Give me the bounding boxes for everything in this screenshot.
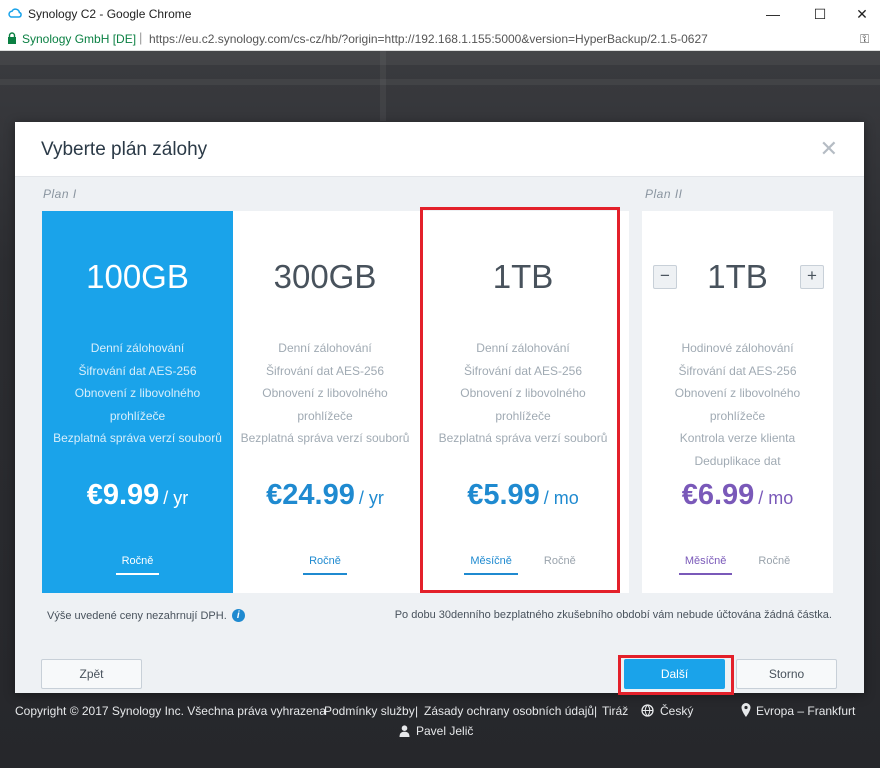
plan-features: Denní zálohování Šifrování dat AES-256 O…	[233, 337, 417, 450]
privacy-link[interactable]: Zásady ochrany osobních údajů	[424, 704, 594, 718]
location-pin-icon	[741, 703, 751, 717]
dialog-title: Vyberte plán zálohy	[41, 139, 208, 160]
background-beam	[0, 51, 880, 65]
feature-item: Obnovení z libovolného	[674, 386, 801, 400]
user-icon	[399, 725, 410, 737]
plan-size: 100GB	[86, 258, 189, 295]
minimize-button[interactable]: —	[755, 0, 791, 28]
terms-link[interactable]: Podmínky služby	[324, 704, 415, 718]
feature-item: Šifrování dat AES-256	[265, 363, 385, 378]
close-icon[interactable]: ✕	[820, 136, 838, 162]
user-name[interactable]: Pavel Jelič	[416, 724, 473, 738]
feature-item: prohlížeče	[709, 408, 766, 423]
vat-note-text: Výše uvedené ceny nezahrnují DPH.	[47, 609, 227, 622]
synology-c2-cloud-icon	[8, 8, 22, 18]
plan-card-300gb[interactable]: 300GB Denní zálohování Šifrování dat AES…	[233, 211, 417, 593]
feature-item: Šifrování dat AES-256	[463, 363, 583, 378]
plan-card-1tb[interactable]: 1TB Denní zálohování Šifrování dat AES-2…	[417, 211, 629, 593]
plan-size: 300GB	[273, 258, 377, 295]
plan-1-label: Plan I	[43, 187, 77, 201]
copyright-text: Copyright © 2017 Synology Inc. Všechna p…	[15, 704, 327, 718]
feature-item: Hodinové zálohování	[681, 341, 794, 355]
trial-note: Po dobu 30denního bezplatného zkušebního…	[394, 609, 832, 621]
increase-capacity-button[interactable]: +	[800, 265, 824, 289]
info-icon[interactable]: i	[231, 609, 245, 622]
feature-item: Šifrování dat AES-256	[678, 363, 797, 378]
price-amount: €24.99	[266, 479, 355, 511]
dialog-body: Plan I Plan II 100GB Denní zálohování Ši…	[15, 177, 864, 653]
feature-item: prohlížeče	[495, 408, 551, 423]
dialog-footer: Zpět Další Storno	[15, 653, 864, 693]
price-amount: €5.99	[467, 479, 540, 511]
billing-tabs: Měsíčně Ročně	[417, 553, 629, 575]
window-title: Synology C2 - Google Chrome	[28, 7, 192, 21]
feature-item: Bezplatná správa verzí souborů	[240, 431, 410, 445]
plan-2-label: Plan II	[645, 187, 683, 201]
url-text[interactable]: https://eu.c2.synology.com/cs-cz/hb/?ori…	[149, 32, 708, 46]
feature-item: Deduplikace dat	[694, 453, 781, 468]
cancel-button[interactable]: Storno	[736, 659, 837, 689]
price-period: / yr	[358, 488, 384, 508]
feature-item: prohlížeče	[297, 408, 353, 423]
footer-divider: |	[415, 704, 419, 718]
language-selector[interactable]: Český	[660, 704, 693, 718]
feature-item: Denní zálohování	[90, 341, 185, 355]
feature-item: Bezplatná správa verzí souborů	[438, 431, 608, 445]
site-identity: Synology GmbH [DE]	[22, 32, 137, 46]
feature-item: Bezplatná správa verzí souborů	[53, 431, 222, 445]
key-icon[interactable]: ⚿	[860, 32, 869, 47]
feature-item: Obnovení z libovolného	[74, 386, 201, 400]
billing-tabs: Ročně	[233, 553, 417, 575]
globe-icon	[641, 704, 654, 717]
price-period: / mo	[543, 488, 579, 508]
feature-item: Obnovení z libovolného	[262, 386, 388, 400]
price-amount: €6.99	[681, 479, 755, 511]
plan-card-100gb[interactable]: 100GB Denní zálohování Šifrování dat AES…	[42, 211, 233, 593]
price-period: / mo	[758, 488, 794, 508]
close-window-button[interactable]: ✕	[844, 0, 880, 28]
tab-monthly[interactable]: Měsíčně	[678, 553, 733, 575]
plan-price: €9.99/ yr	[42, 479, 233, 512]
plan-card-plan2-1tb[interactable]: − 1TB + Hodinové zálohování Šifrování da…	[642, 211, 833, 593]
feature-item: Obnovení z libovolného	[460, 386, 586, 400]
address-bar[interactable]: Synology GmbH [DE] | https://eu.c2.synol…	[0, 28, 880, 51]
plan-price: €5.99/ mo	[417, 479, 629, 512]
billing-tabs: Ročně	[42, 553, 233, 575]
plan-features: Denní zálohování Šifrování dat AES-256 O…	[42, 337, 233, 450]
tab-yearly[interactable]: Ročně	[538, 553, 582, 575]
address-separator: |	[139, 30, 143, 45]
plan-features: Hodinové zálohování Šifrování dat AES-25…	[642, 337, 833, 472]
vat-note: Výše uvedené ceny nezahrnují DPH. i	[47, 609, 245, 622]
plan-price: €24.99/ yr	[233, 479, 417, 512]
next-button[interactable]: Další	[624, 659, 725, 689]
feature-item: prohlížeče	[109, 408, 166, 423]
feature-item: Denní zálohování	[476, 341, 570, 355]
background-beam	[380, 51, 386, 121]
feature-item: Denní zálohování	[278, 341, 372, 355]
backup-plan-dialog: Vyberte plán zálohy ✕ Plan I Plan II 100…	[15, 122, 864, 695]
background-beam	[0, 79, 880, 85]
region-selector[interactable]: Evropa – Frankfurt	[756, 704, 855, 718]
price-amount: €9.99	[86, 479, 160, 511]
dialog-header: Vyberte plán zálohy ✕	[15, 122, 864, 177]
billing-tabs: Měsíčně Ročně	[642, 553, 833, 575]
browser-titlebar: Synology C2 - Google Chrome — ☐ ✕	[0, 0, 880, 29]
feature-item: Kontrola verze klienta	[679, 431, 796, 445]
back-button[interactable]: Zpět	[41, 659, 142, 689]
tab-yearly[interactable]: Ročně	[115, 553, 160, 575]
tab-monthly[interactable]: Měsíčně	[464, 553, 518, 575]
tab-yearly[interactable]: Ročně	[752, 553, 796, 575]
plan-price: €6.99/ mo	[642, 479, 833, 512]
plan-features: Denní zálohování Šifrování dat AES-256 O…	[417, 337, 629, 450]
lock-icon	[8, 32, 16, 44]
tab-yearly[interactable]: Ročně	[303, 553, 347, 575]
imprint-link[interactable]: Tiráž	[602, 704, 628, 718]
plan-size: 1TB	[492, 258, 554, 295]
price-period: / yr	[163, 488, 189, 508]
maximize-button[interactable]: ☐	[802, 0, 838, 28]
footer-divider: |	[594, 704, 598, 718]
feature-item: Šifrování dat AES-256	[78, 363, 197, 378]
